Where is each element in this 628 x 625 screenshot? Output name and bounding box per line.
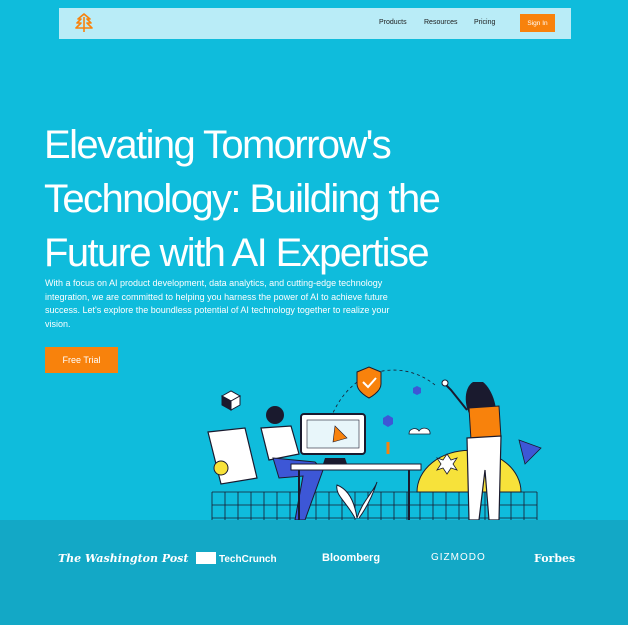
techcrunch-logo: TechCrunch	[196, 552, 277, 565]
top-navbar: Products Resources Pricing Sign In	[59, 8, 571, 39]
hero-title-line: Technology: Building the	[44, 177, 441, 221]
forbes-logo: Forbes	[534, 552, 576, 565]
hero-title-line: Future with AI Expertise	[44, 231, 430, 275]
techcrunch-mark-icon	[196, 552, 216, 564]
hero-description: With a focus on AI product development, …	[45, 278, 390, 329]
bloomberg-logo: Bloomberg	[322, 552, 381, 564]
sign-in-button[interactable]: Sign In	[520, 14, 555, 32]
free-trial-button[interactable]: Free Trial	[45, 347, 118, 373]
hero-title: Elevating Tomorrow's Technology: Buildin…	[44, 118, 504, 280]
cube-shape	[220, 390, 242, 411]
gizmodo-logo: GIZMODO	[431, 552, 486, 563]
hero-title-line: Elevating Tomorrow's	[44, 123, 392, 167]
press-logos-bar: The Washington Post TechCrunch Bloomberg…	[0, 520, 628, 625]
man-body	[260, 425, 300, 461]
washington-post-logo: The Washington Post	[58, 552, 189, 565]
hero-illustration	[207, 366, 542, 521]
plant	[336, 481, 378, 519]
brand-logo-icon[interactable]	[74, 13, 94, 33]
man-head	[266, 406, 284, 424]
triangle-shape	[518, 439, 542, 465]
desk	[290, 463, 422, 471]
office-chair	[207, 427, 258, 485]
shield-icon	[356, 366, 382, 399]
nav-link-pricing[interactable]: Pricing	[474, 19, 495, 26]
techcrunch-wordmark: TechCrunch	[219, 554, 277, 565]
woman-legs	[466, 435, 502, 521]
nav-link-resources[interactable]: Resources	[424, 19, 457, 26]
hexagon-node	[383, 415, 393, 427]
nav-link-products[interactable]: Products	[379, 19, 407, 26]
hexagon-node	[413, 386, 421, 395]
cloud-shape	[408, 427, 431, 435]
woman-top	[468, 405, 502, 441]
